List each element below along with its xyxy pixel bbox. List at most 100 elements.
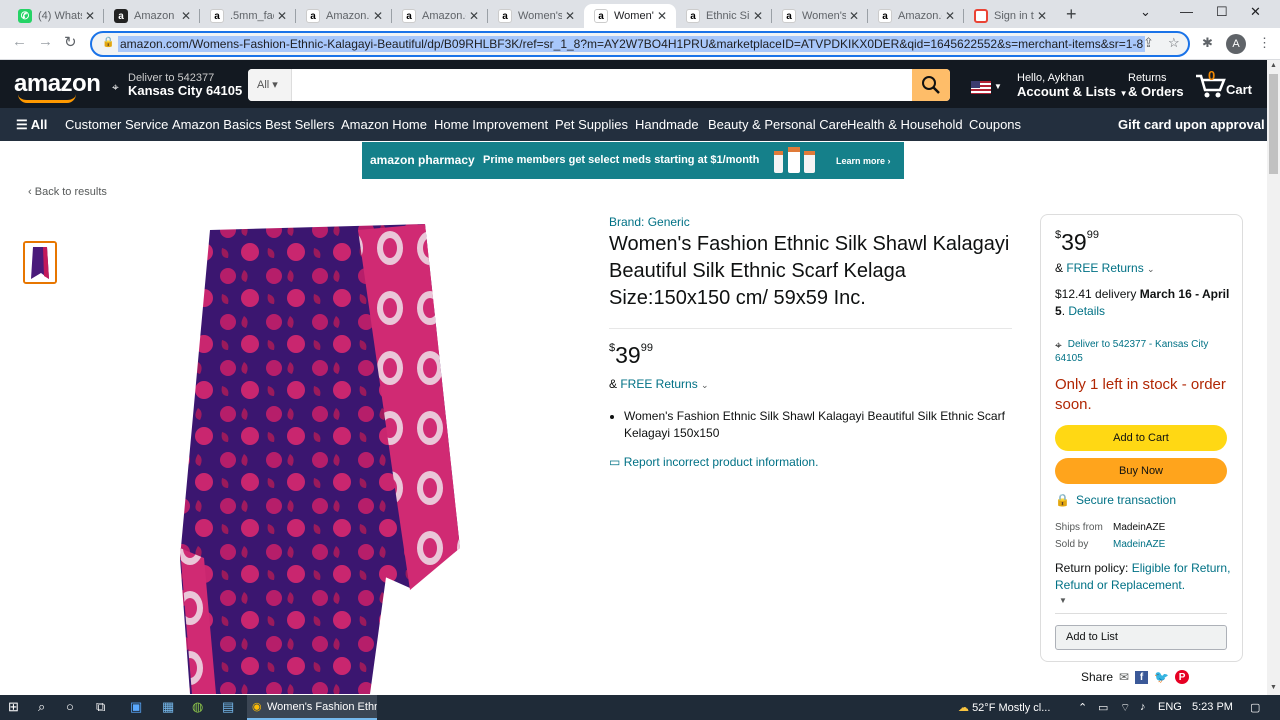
close-icon[interactable]: ✕ xyxy=(750,9,766,23)
browser-tab-active[interactable]: aWomen's✕ xyxy=(584,4,676,28)
report-info-link[interactable]: ▭ Report incorrect product information. xyxy=(609,455,818,469)
gift-card-link[interactable]: Gift card upon approval xyxy=(1118,117,1265,132)
add-to-list-button[interactable]: Add to List xyxy=(1055,625,1227,650)
minimize-icon[interactable]: — xyxy=(1180,4,1193,19)
details-link[interactable]: Details xyxy=(1068,304,1105,318)
close-icon[interactable]: ✕ xyxy=(562,9,578,23)
cortana-icon[interactable]: ○ xyxy=(66,699,74,714)
search-input[interactable] xyxy=(292,69,912,101)
volume-icon[interactable]: ♪ xyxy=(1140,701,1146,713)
nav-item[interactable]: Best Sellers xyxy=(265,117,334,132)
search-icon[interactable]: ⌕ xyxy=(38,699,45,715)
address-bar[interactable]: 🔒 amazon.com/Womens-Fashion-Ethnic-Kalag… xyxy=(90,31,1190,57)
amazon-logo[interactable]: amazon xyxy=(14,70,101,103)
clock[interactable]: 5:23 PM xyxy=(1192,701,1233,713)
wifi-icon[interactable]: ⌔ xyxy=(1120,701,1130,715)
page-scrollbar[interactable]: ▲ ▼ xyxy=(1267,60,1280,695)
nav-item[interactable]: Customer Service xyxy=(65,117,168,132)
close-icon[interactable]: ✕ xyxy=(274,9,290,23)
product-thumbnail[interactable] xyxy=(23,241,57,284)
notepad-icon[interactable]: ▤ xyxy=(222,699,234,715)
share-page-icon[interactable]: ⇪ xyxy=(1143,35,1154,51)
us-flag-icon[interactable] xyxy=(971,81,991,94)
zoom-icon[interactable]: ▣ xyxy=(130,699,142,715)
bookmark-star-icon[interactable]: ☆ xyxy=(1168,35,1180,51)
task-view-icon[interactable]: ⧉ xyxy=(96,699,105,715)
scrollbar-thumb[interactable] xyxy=(1269,74,1278,174)
cart-link[interactable]: 0 Cart xyxy=(1194,68,1254,100)
battery-icon[interactable]: ▭ xyxy=(1098,701,1108,714)
twitter-icon[interactable]: 🐦 xyxy=(1154,670,1169,684)
close-icon[interactable]: ✕ xyxy=(466,9,482,23)
brand-link[interactable]: Brand: Generic xyxy=(609,215,690,229)
nav-item[interactable]: Home Improvement xyxy=(434,117,548,132)
learn-more-link[interactable]: Learn more › xyxy=(836,156,891,166)
scroll-up-icon[interactable]: ▲ xyxy=(1270,62,1277,69)
nav-item[interactable]: Handmade xyxy=(635,117,699,132)
back-arrow-icon[interactable]: ← xyxy=(12,33,27,50)
browser-tab[interactable]: a Women's ✕ xyxy=(488,4,584,28)
secure-transaction-link[interactable]: 🔒 Secure transaction xyxy=(1055,493,1176,507)
url-text[interactable]: amazon.com/Womens-Fashion-Ethnic-Kalagay… xyxy=(118,36,1146,52)
tray-chevron-icon[interactable]: ⌃ xyxy=(1078,701,1087,714)
browser-tab[interactable]: ✆(4) WhatsApp✕ xyxy=(8,4,104,28)
email-icon[interactable]: ✉ xyxy=(1119,670,1129,684)
nav-item[interactable]: Coupons xyxy=(969,117,1021,132)
product-main-image[interactable] xyxy=(170,218,470,694)
close-icon[interactable]: ✕ xyxy=(82,9,98,23)
pinterest-icon[interactable]: P xyxy=(1175,670,1190,684)
browser-tab[interactable]: a Women's ✕ xyxy=(772,4,868,28)
weather-widget[interactable]: ☁ 52°F Mostly cl... xyxy=(958,701,1050,714)
close-icon[interactable]: ✕ xyxy=(654,9,670,23)
browser-tab[interactable]: aAmazon.com✕ xyxy=(296,4,392,28)
language-indicator[interactable]: ENG xyxy=(1158,701,1182,713)
browser-tab[interactable]: aAmazon.com✕ xyxy=(868,4,964,28)
windows-start-icon[interactable]: ⊞ xyxy=(8,699,19,715)
new-tab-icon[interactable]: + xyxy=(1066,4,1077,25)
browser-tab[interactable]: a Amazon ✕ xyxy=(104,4,200,28)
extensions-icon[interactable]: ✱ xyxy=(1202,35,1213,51)
all-menu-button[interactable]: ☰ All xyxy=(16,117,47,133)
close-icon[interactable]: ✕ xyxy=(178,9,194,23)
browser-tab[interactable]: aAmazon.com✕ xyxy=(392,4,488,28)
window-close-icon[interactable]: ✕ xyxy=(1250,4,1261,20)
browser-tab[interactable]: a.5mm_face✕ xyxy=(200,4,296,28)
app-icon[interactable]: ◍ xyxy=(192,699,203,715)
chevron-down-icon[interactable]: ⌄ xyxy=(1147,264,1155,274)
nav-item[interactable]: Pet Supplies xyxy=(555,117,628,132)
close-icon[interactable]: ✕ xyxy=(370,9,386,23)
nav-item[interactable]: Amazon Home xyxy=(341,117,427,132)
seller-link[interactable]: MadeinAZE xyxy=(1113,539,1165,550)
close-icon[interactable]: ✕ xyxy=(846,9,862,23)
browser-tab[interactable]: Sign in to✕ xyxy=(964,4,1056,28)
browser-tab[interactable]: aEthnic Silk✕ xyxy=(676,4,772,28)
buy-now-button[interactable]: Buy Now xyxy=(1055,458,1227,484)
add-to-cart-button[interactable]: Add to Cart xyxy=(1055,425,1227,451)
calculator-icon[interactable]: ▦ xyxy=(162,699,174,715)
account-lists-menu[interactable]: Hello, Aykhan Account & Lists ▼ xyxy=(1017,72,1128,99)
chevron-down-icon[interactable]: ⌄ xyxy=(701,380,709,390)
nav-item[interactable]: Health & Household xyxy=(847,117,963,132)
free-returns-link[interactable]: FREE Returns xyxy=(1066,261,1143,275)
tab-search-icon[interactable]: ⌄ xyxy=(1140,4,1151,20)
reload-icon[interactable]: ↻ xyxy=(64,33,77,51)
search-category-dropdown[interactable]: All ▾ xyxy=(248,69,292,101)
menu-dots-icon[interactable]: ⋮ xyxy=(1258,35,1271,51)
pharmacy-banner[interactable]: amazon pharmacy Prime members get select… xyxy=(362,142,904,179)
free-returns-link[interactable]: FREE Returns xyxy=(620,377,697,391)
chevron-down-icon[interactable]: ▼ xyxy=(1059,596,1067,605)
search-button[interactable] xyxy=(912,69,950,101)
nav-item[interactable]: Beauty & Personal Care xyxy=(708,117,847,132)
close-icon[interactable]: ✕ xyxy=(1034,9,1050,23)
facebook-icon[interactable]: f xyxy=(1135,670,1149,684)
returns-orders-link[interactable]: Returns & Orders xyxy=(1128,72,1184,99)
nav-item[interactable]: Amazon Basics xyxy=(172,117,262,132)
maximize-icon[interactable]: ☐ xyxy=(1216,4,1228,20)
profile-avatar[interactable]: A xyxy=(1226,34,1246,54)
notifications-icon[interactable]: ▢ xyxy=(1250,701,1260,714)
chrome-taskbar-app[interactable]: ◉Women's Fashion Ethn... xyxy=(247,695,377,720)
back-to-results-link[interactable]: ‹ Back to results xyxy=(28,186,107,198)
close-icon[interactable]: ✕ xyxy=(942,9,958,23)
forward-arrow-icon[interactable]: → xyxy=(38,33,53,50)
scroll-down-icon[interactable]: ▼ xyxy=(1270,684,1277,691)
